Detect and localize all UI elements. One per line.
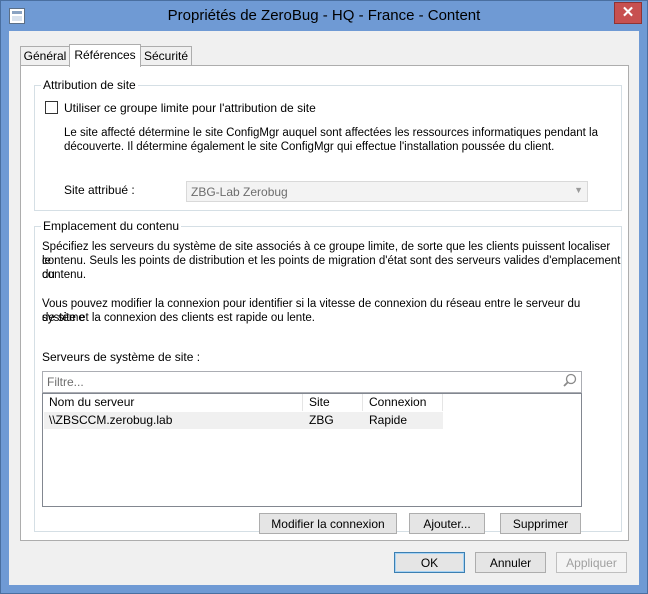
remove-button[interactable]: Supprimer	[500, 513, 581, 534]
content-location-desc-2: contenu. Seuls les points de distributio…	[42, 255, 621, 281]
tab-references[interactable]: Références	[69, 44, 141, 67]
site-assignment-description-1: Le site affecté détermine le site Config…	[64, 127, 598, 139]
site-assignment-checkbox-label[interactable]: Utiliser ce groupe limite pour l'attribu…	[64, 101, 316, 115]
site-assignment-group: Attribution de site Utiliser ce groupe l…	[34, 78, 622, 211]
content-location-desc-3: contenu.	[42, 269, 87, 281]
connection-info-2: de site et la connexion des clients est …	[42, 312, 315, 324]
assigned-site-select[interactable]: ZBG-Lab Zerobug ▼	[186, 181, 588, 202]
window-title: Propriétés de ZeroBug - HQ - France - Co…	[167, 7, 481, 24]
servers-list[interactable]: Nom du serveur Site Connexion \\ZBSCCM.z…	[42, 393, 582, 507]
assigned-site-label: Site attribué :	[64, 183, 135, 197]
tab-security[interactable]: Sécurité	[140, 46, 192, 66]
servers-label: Serveurs de système de site :	[42, 350, 201, 364]
site-assignment-legend: Attribution de site	[41, 78, 138, 92]
ok-button[interactable]: OK	[394, 552, 465, 573]
column-server-name[interactable]: Nom du serveur	[43, 394, 303, 411]
add-button[interactable]: Ajouter...	[409, 513, 485, 534]
title-bar[interactable]: Propriétés de ZeroBug - HQ - France - Co…	[1, 1, 647, 31]
assigned-site-value: ZBG-Lab Zerobug	[191, 185, 288, 199]
dialog-client-area: Général Références Sécurité Attribution …	[9, 31, 639, 585]
column-connection[interactable]: Connexion	[363, 394, 443, 411]
connection-cell: Rapide	[369, 413, 408, 427]
apply-button[interactable]: Appliquer	[556, 552, 627, 573]
references-tab-panel: Attribution de site Utiliser ce groupe l…	[20, 65, 629, 541]
modify-connection-button[interactable]: Modifier la connexion	[259, 513, 397, 534]
site-assignment-checkbox[interactable]	[45, 101, 58, 114]
close-button[interactable]: ✕	[614, 2, 642, 24]
filter-input[interactable]: Filtre...	[42, 371, 582, 393]
site-assignment-description-2: découverte. Il détermine également le si…	[64, 141, 555, 153]
content-location-legend: Emplacement du contenu	[41, 219, 182, 233]
search-icon[interactable]	[562, 372, 578, 390]
chevron-down-icon: ▼	[574, 185, 583, 195]
server-name-cell: \\ZBSCCM.zerobug.lab	[49, 413, 173, 427]
tab-general[interactable]: Général	[20, 46, 70, 66]
column-site[interactable]: Site	[303, 394, 363, 411]
site-cell: ZBG	[309, 413, 334, 427]
filter-placeholder: Filtre...	[47, 375, 84, 389]
cancel-button[interactable]: Annuler	[475, 552, 546, 573]
dialog-window: Propriétés de ZeroBug - HQ - France - Co…	[0, 0, 648, 594]
content-location-group: Emplacement du contenu Spécifiez les ser…	[34, 219, 622, 534]
